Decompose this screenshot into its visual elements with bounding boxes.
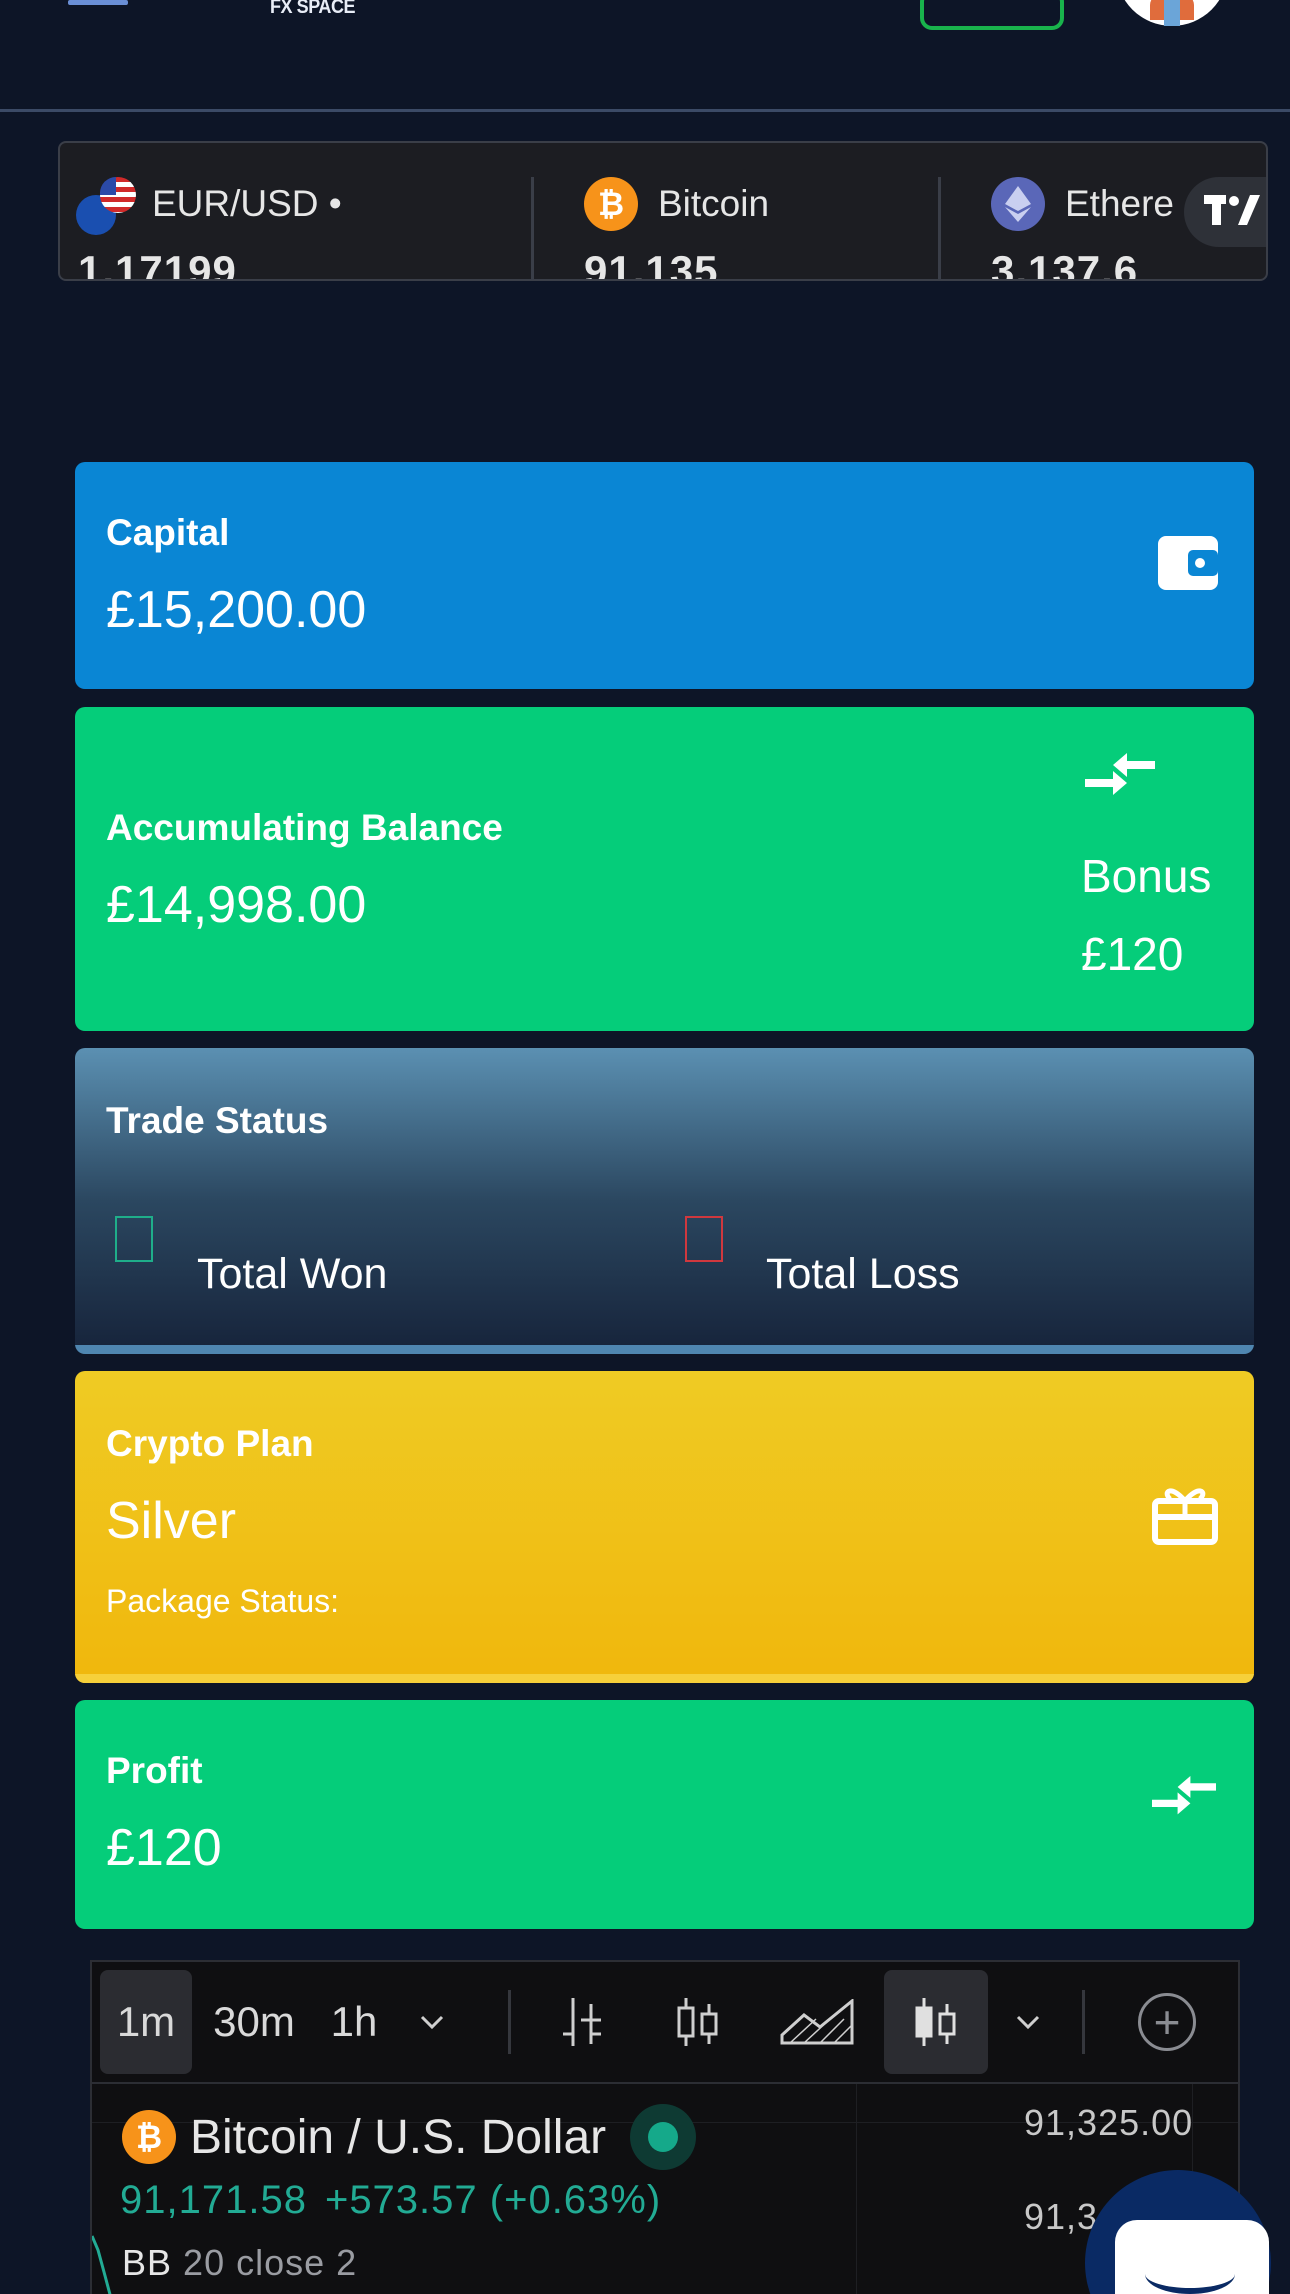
last-price: 91,171.58 xyxy=(120,2178,307,2222)
timeframe-30m-button[interactable]: 30m xyxy=(204,1970,304,2074)
avatar[interactable] xyxy=(1116,0,1228,26)
gift-icon xyxy=(1152,1483,1218,1545)
crypto-plan-card: Crypto Plan Silver Package Status: xyxy=(75,1371,1254,1683)
header-action-button[interactable] xyxy=(920,0,1064,30)
bitcoin-icon: ₿ xyxy=(122,2110,176,2164)
timeframe-dropdown-chevron-icon[interactable] xyxy=(402,1970,462,2074)
crypto-plan-label: Crypto Plan xyxy=(106,1423,314,1464)
tradingview-logo-icon[interactable] xyxy=(1184,177,1266,247)
ticker-name: Bitcoin xyxy=(658,183,770,224)
bitcoin-icon: ₿ xyxy=(584,177,638,231)
chart-type-dropdown-chevron-icon[interactable] xyxy=(998,1970,1058,2074)
capital-label: Capital xyxy=(106,512,230,553)
trade-status-card: Trade Status Total Won Total Loss xyxy=(75,1048,1254,1354)
profit-label: Profit xyxy=(106,1750,203,1791)
price-axis-label: 91,3 xyxy=(1024,2196,1099,2237)
total-won-indicator xyxy=(115,1216,153,1262)
ticker-price: 91,135 xyxy=(584,247,719,281)
crypto-plan-value: Silver xyxy=(106,1492,237,1550)
price-change: +573.57 (+0.63%) xyxy=(324,2178,662,2222)
capital-card: Capital £15,200.00 xyxy=(75,462,1254,689)
trade-status-label: Trade Status xyxy=(106,1100,329,1141)
chat-smile-icon xyxy=(1145,2254,1235,2294)
wallet-icon xyxy=(1158,532,1218,592)
top-header: FX SPACE xyxy=(0,0,1290,112)
timeframe-1h-button[interactable]: 1h xyxy=(314,1970,394,2074)
hamburger-menu-icon[interactable] xyxy=(68,0,128,5)
timeframe-1m-button[interactable]: 1m xyxy=(100,1970,192,2074)
brand-logo[interactable]: FX SPACE xyxy=(270,0,356,19)
chart-gridline xyxy=(856,2084,857,2294)
indicator-legend[interactable]: BB 20 close 2 xyxy=(122,2242,357,2284)
price-line xyxy=(92,2235,112,2294)
add-indicator-plus-icon[interactable]: + xyxy=(1122,1970,1212,2074)
bonus-value: £120 xyxy=(1081,928,1184,980)
ticker-name: EUR/USD • xyxy=(152,183,342,224)
chart-toolbar: 1m 30m 1h + xyxy=(92,1962,1238,2084)
toolbar-separator xyxy=(508,1990,511,2054)
accumulating-balance-card: Accumulating Balance £14,998.00 Bonus £1… xyxy=(75,707,1254,1031)
swap-arrows-icon xyxy=(1152,1774,1216,1825)
profit-value: £120 xyxy=(106,1819,222,1877)
bonus-label: Bonus xyxy=(1081,850,1212,902)
ticker-name: Ethere xyxy=(1065,183,1175,224)
ethereum-icon xyxy=(991,177,1045,231)
capital-value: £15,200.00 xyxy=(106,581,367,639)
card-bottom-bar xyxy=(75,1674,1254,1683)
tradingview-chart-widget[interactable]: 1m 30m 1h + ₿ Bitcoin / U.S. Dollar 91,1… xyxy=(90,1960,1240,2294)
total-loss-indicator xyxy=(685,1216,723,1262)
bar-chart-type-icon[interactable] xyxy=(542,1970,622,2074)
toolbar-separator xyxy=(1082,1990,1085,2054)
market-open-status-icon xyxy=(630,2104,697,2170)
ticker-item-eurusd[interactable]: EUR/USD • 1.17199 xyxy=(60,143,530,281)
chart-symbol-header[interactable]: ₿ Bitcoin / U.S. Dollar xyxy=(122,2104,697,2170)
us-flag-icon xyxy=(100,177,136,213)
ticker-price: 1.17199 xyxy=(78,247,237,281)
symbol-title: Bitcoin / U.S. Dollar xyxy=(190,2110,607,2164)
swap-arrows-icon xyxy=(1085,751,1155,806)
indicator-params: 20 close 2 xyxy=(183,2242,358,2283)
ticker-price: 3,137.6 xyxy=(991,247,1139,281)
package-status-label: Package Status: xyxy=(106,1583,340,1619)
area-chart-type-icon[interactable] xyxy=(772,1970,862,2074)
candles-chart-type-icon[interactable] xyxy=(658,1970,738,2074)
ticker-item-bitcoin[interactable]: ₿ Bitcoin 91,135 xyxy=(534,143,934,281)
profit-card: Profit £120 xyxy=(75,1700,1254,1929)
price-summary: 91,171.58 +573.57 (+0.63%) xyxy=(120,2178,679,2223)
header-divider xyxy=(0,109,1290,112)
hollow-candles-chart-type-icon[interactable] xyxy=(884,1970,988,2074)
total-won-label: Total Won xyxy=(197,1250,388,1298)
accumulating-value: £14,998.00 xyxy=(106,876,367,934)
total-loss-label: Total Loss xyxy=(766,1250,960,1298)
accumulating-label: Accumulating Balance xyxy=(106,807,503,848)
ticker-tape[interactable]: EUR/USD • 1.17199 ₿ Bitcoin 91,135 Ether… xyxy=(58,141,1268,281)
price-axis-label: 91,325.00 xyxy=(1024,2102,1194,2143)
card-bottom-bar xyxy=(75,1345,1254,1354)
